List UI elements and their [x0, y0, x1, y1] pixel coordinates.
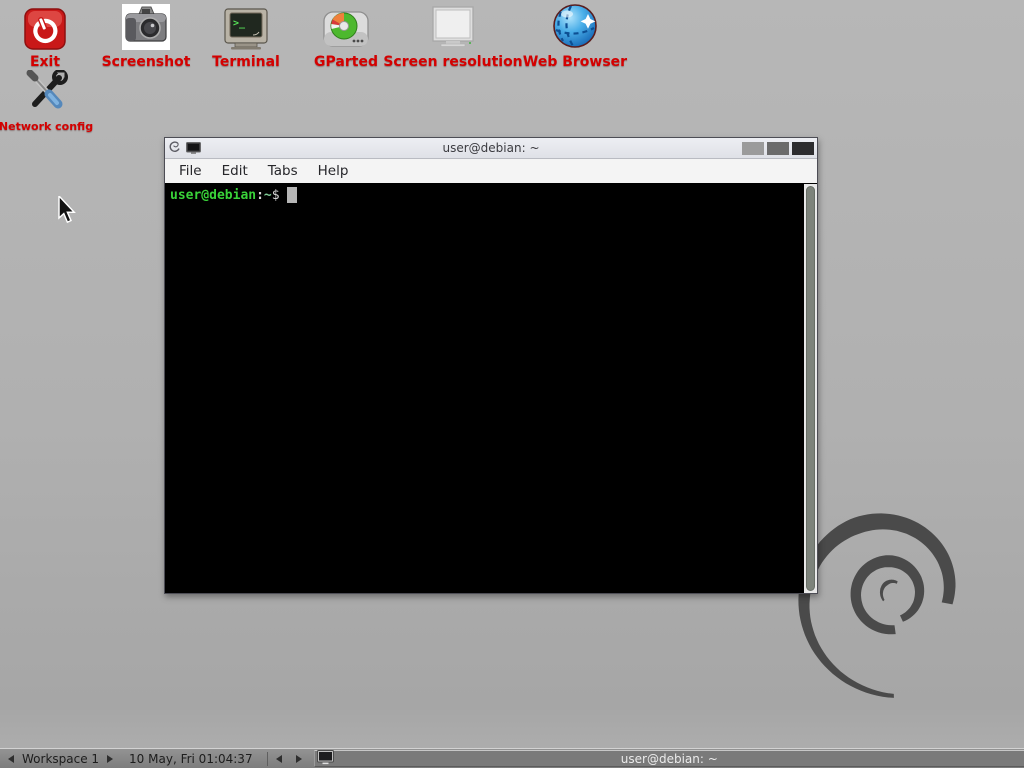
close-button[interactable] — [792, 142, 814, 155]
menu-file[interactable]: File — [169, 161, 212, 181]
minimize-button[interactable] — [742, 142, 764, 155]
desktop-icon-network-config[interactable]: Network config — [0, 68, 96, 133]
menu-edit[interactable]: Edit — [212, 161, 258, 181]
scrollbar[interactable] — [804, 184, 817, 593]
terminal-cursor — [287, 187, 297, 203]
terminal-mini-icon — [186, 139, 201, 158]
desktop-icon-exit[interactable]: Exit — [5, 2, 85, 70]
harddisk-partition-icon — [296, 2, 396, 50]
desktop-icon-screenshot[interactable]: Screenshot — [96, 2, 196, 70]
workspace-switcher[interactable]: Workspace 1 — [22, 752, 99, 766]
debian-swirl-icon — [168, 139, 181, 158]
desktop-icon-label: Screen resolution — [383, 54, 523, 70]
task-button[interactable]: user@debian: ~ — [314, 750, 1024, 767]
desktop-icon-terminal[interactable]: >_ Terminal — [196, 2, 296, 70]
mouse-cursor — [57, 196, 77, 224]
desktop-icon-gparted[interactable]: GParted — [296, 2, 396, 70]
desktop-icon-screen-resolution[interactable]: Screen resolution — [383, 2, 523, 70]
tasklist-prev-arrow[interactable] — [276, 755, 282, 763]
taskbar-separator — [267, 752, 268, 766]
taskbar: Workspace 1 10 May, Fri 01:04:37 user@de… — [0, 748, 1024, 768]
prompt-cwd: ~ — [264, 188, 272, 203]
task-button-label: user@debian: ~ — [315, 752, 1024, 766]
tools-icon — [0, 68, 96, 116]
tasklist-next-arrow[interactable] — [296, 755, 302, 763]
menu-help[interactable]: Help — [308, 161, 359, 181]
scrollbar-thumb[interactable] — [806, 186, 815, 591]
clock: 10 May, Fri 01:04:37 — [129, 752, 253, 766]
prompt-user-host: user@debian — [170, 188, 256, 203]
desktop-icon-label: Screenshot — [96, 54, 196, 70]
crt-terminal-icon: >_ — [196, 2, 296, 50]
menu-tabs[interactable]: Tabs — [258, 161, 308, 181]
desktop-icon-web-browser[interactable]: Web Browser — [520, 2, 630, 70]
terminal-window: user@debian: ~ File Edit Tabs Help user@… — [164, 137, 818, 594]
window-title: user@debian: ~ — [165, 141, 817, 155]
maximize-button[interactable] — [767, 142, 789, 155]
workspace-prev-arrow[interactable] — [8, 755, 14, 763]
workspace-next-arrow[interactable] — [107, 755, 113, 763]
camera-icon — [96, 2, 196, 50]
monitor-icon — [383, 2, 523, 50]
desktop-icon-label: Web Browser — [520, 54, 630, 70]
prompt-symbol: $ — [272, 188, 280, 203]
menubar: File Edit Tabs Help — [165, 159, 817, 183]
power-icon — [5, 2, 85, 50]
titlebar[interactable]: user@debian: ~ — [165, 138, 817, 159]
desktop-icon-label: Terminal — [196, 54, 296, 70]
desktop-icon-label: Network config — [0, 120, 96, 133]
prompt-line: user@debian:~$ — [170, 187, 801, 204]
desktop-icon-label: GParted — [296, 54, 396, 70]
globe-icon — [520, 2, 630, 50]
prompt-separator: : — [256, 188, 264, 203]
terminal-content[interactable]: user@debian:~$ — [165, 184, 817, 593]
svg-text:>_: >_ — [233, 18, 246, 29]
